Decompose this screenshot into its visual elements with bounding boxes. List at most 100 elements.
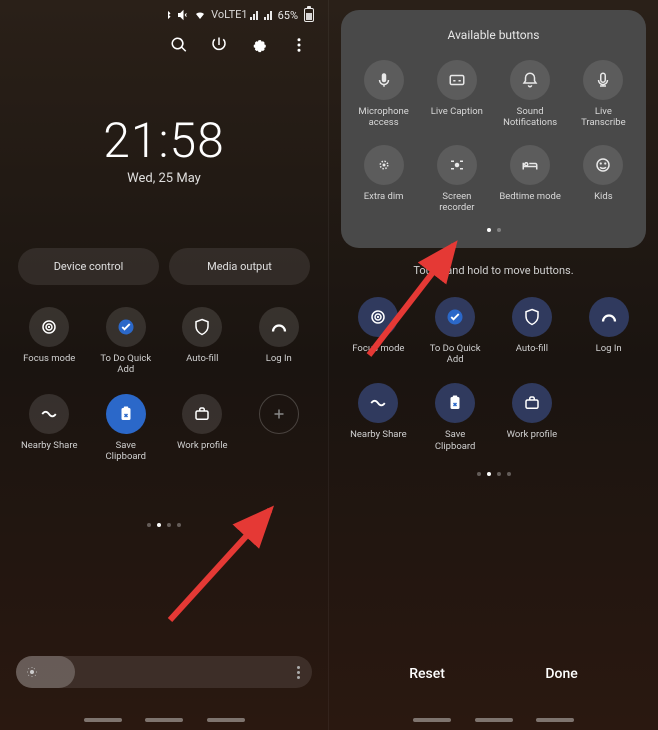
toggle-check[interactable]: To Do Quick Add — [91, 307, 162, 376]
top-icon-row — [0, 26, 328, 62]
briefcase-icon — [512, 383, 552, 423]
target-icon — [358, 297, 398, 337]
clock-date: Wed, 25 May — [0, 171, 328, 186]
arc-icon — [589, 297, 629, 337]
available-dim[interactable]: Extra dim — [349, 145, 418, 214]
available-transcribe[interactable]: Live Transcribe — [569, 60, 638, 129]
toggle-plus[interactable] — [244, 394, 315, 463]
available-bed[interactable]: Bedtime mode — [496, 145, 565, 214]
toggle-label: To Do Quick Add — [425, 343, 485, 366]
check-icon — [435, 297, 475, 337]
transcribe-icon — [583, 60, 623, 100]
nav-recents[interactable] — [84, 718, 122, 722]
available-label: Bedtime mode — [499, 191, 561, 202]
toggle-shield[interactable]: Auto-fill — [167, 307, 238, 376]
search-icon[interactable] — [170, 36, 188, 54]
available-mic[interactable]: Microphone access — [349, 60, 418, 129]
page-dots — [0, 523, 328, 527]
recorder-icon — [437, 145, 477, 185]
clock-time: 21:58 — [0, 112, 328, 169]
active-toggle-grid: Focus mode To Do Quick Add Auto-fill Log In… — [329, 277, 658, 463]
bottom-actions: Reset Done — [329, 658, 658, 690]
nav-home[interactable] — [475, 718, 513, 722]
pill-row: Device control Media output — [0, 248, 328, 285]
toggle-briefcase[interactable]: Work profile — [497, 383, 568, 452]
dim-icon — [364, 145, 404, 185]
brightness-slider[interactable] — [16, 656, 312, 688]
wifi-icon — [193, 9, 207, 21]
status-bar: VoLTE1 65% — [0, 0, 328, 26]
toggle-label: Nearby Share — [21, 440, 78, 451]
target-icon — [29, 307, 69, 347]
nav-back[interactable] — [207, 718, 245, 722]
shield-icon — [182, 307, 222, 347]
caption-icon — [437, 60, 477, 100]
navbar — [0, 718, 328, 722]
done-button[interactable]: Done — [525, 658, 597, 690]
power-icon[interactable] — [210, 36, 228, 54]
edit-buttons-screen: Available buttons Microphone access Live … — [329, 0, 658, 730]
toggle-label: Focus mode — [23, 353, 75, 364]
nav-back[interactable] — [536, 718, 574, 722]
bluetooth-icon — [163, 9, 173, 21]
toggle-label: Work profile — [177, 440, 228, 451]
check-icon — [106, 307, 146, 347]
toggle-label: Auto-fill — [186, 353, 218, 364]
bed-icon — [510, 145, 550, 185]
available-label: Live Caption — [431, 106, 483, 117]
media-output-button[interactable]: Media output — [169, 248, 310, 285]
clock-area: 21:58 Wed, 25 May — [0, 112, 328, 186]
quick-settings-screen: VoLTE1 65% 21:58 Wed, 25 May Device cont… — [0, 0, 329, 730]
toggle-nearby[interactable]: Nearby Share — [14, 394, 85, 463]
toggle-target[interactable]: Focus mode — [343, 297, 414, 366]
nav-recents[interactable] — [413, 718, 451, 722]
bell-icon — [510, 60, 550, 100]
battery-pct: 65% — [278, 9, 298, 22]
available-bell[interactable]: Sound Notifications — [496, 60, 565, 129]
toggle-label: Nearby Share — [350, 429, 407, 440]
toggle-nearby[interactable]: Nearby Share — [343, 383, 414, 452]
nearby-icon — [29, 394, 69, 434]
available-label: Extra dim — [364, 191, 404, 202]
mute-icon — [177, 9, 189, 21]
nearby-icon — [358, 383, 398, 423]
toggle-shield[interactable]: Auto-fill — [497, 297, 568, 366]
available-title: Available buttons — [349, 28, 638, 42]
toggle-target[interactable]: Focus mode — [14, 307, 85, 376]
available-caption[interactable]: Live Caption — [422, 60, 491, 129]
toggle-briefcase[interactable]: Work profile — [167, 394, 238, 463]
toggle-check[interactable]: To Do Quick Add — [420, 297, 491, 366]
settings-icon[interactable] — [250, 36, 268, 54]
toggle-arc[interactable]: Log In — [244, 307, 315, 376]
available-label: Live Transcribe — [572, 106, 634, 129]
toggle-arc[interactable]: Log In — [573, 297, 644, 366]
toggle-clipboard[interactable]: Save Clipboard — [420, 383, 491, 452]
available-label: Screen recorder — [426, 191, 488, 214]
arc-icon — [259, 307, 299, 347]
kids-icon — [583, 145, 623, 185]
plus-icon — [259, 394, 299, 434]
available-panel: Available buttons Microphone access Live … — [341, 10, 646, 248]
reset-button[interactable]: Reset — [389, 658, 465, 690]
briefcase-icon — [182, 394, 222, 434]
more-icon[interactable] — [290, 36, 308, 54]
nav-home[interactable] — [145, 718, 183, 722]
hint-text: Touch and hold to move buttons. — [329, 264, 658, 277]
toggle-label: Auto-fill — [516, 343, 548, 354]
toggle-label: Save Clipboard — [425, 429, 485, 452]
toggle-label: Log In — [266, 353, 292, 364]
brightness-more-icon[interactable] — [297, 666, 300, 679]
sun-icon — [26, 666, 38, 678]
clipboard-icon — [106, 394, 146, 434]
available-recorder[interactable]: Screen recorder — [422, 145, 491, 214]
clipboard-icon — [435, 383, 475, 423]
toggle-label: Work profile — [507, 429, 558, 440]
device-control-button[interactable]: Device control — [18, 248, 159, 285]
available-label: Kids — [594, 191, 613, 202]
mic-icon — [364, 60, 404, 100]
toggle-clipboard[interactable]: Save Clipboard — [91, 394, 162, 463]
signal-2 — [264, 10, 274, 20]
toggle-label: Log In — [596, 343, 622, 354]
available-kids[interactable]: Kids — [569, 145, 638, 214]
shield-icon — [512, 297, 552, 337]
